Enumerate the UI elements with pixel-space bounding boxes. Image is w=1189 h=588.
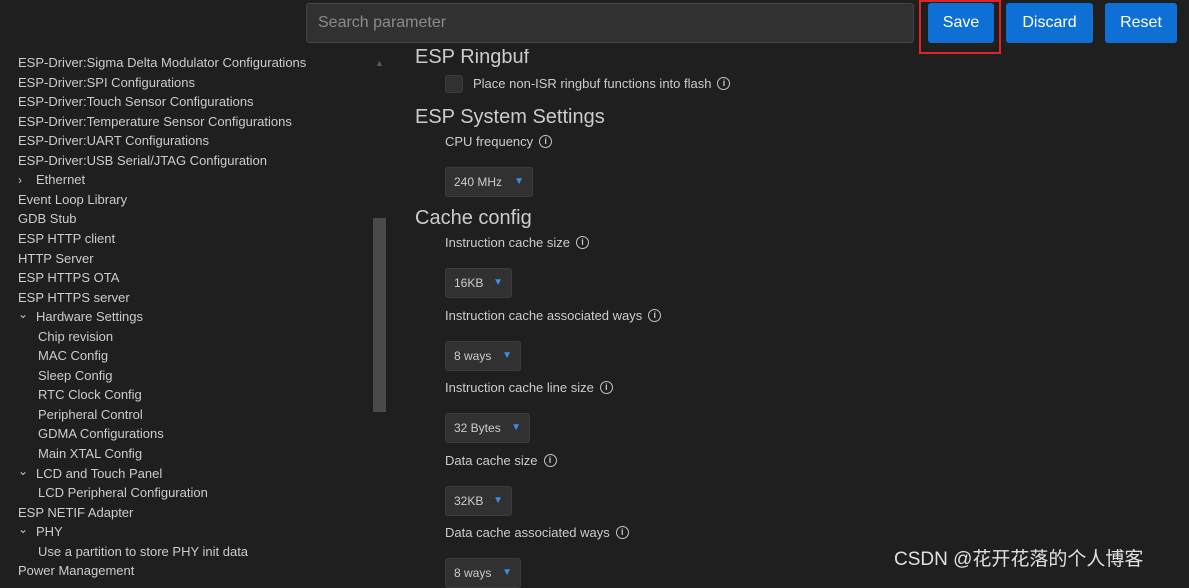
sidebar-item[interactable]: ESP HTTP client [18, 229, 115, 249]
sidebar-item[interactable]: HTTP Server [18, 249, 94, 269]
sidebar-item[interactable]: ESP HTTPS OTA [18, 268, 119, 288]
sidebar-item[interactable]: Event Loop Library [18, 190, 127, 210]
ringbuf-flash-label: Place non-ISR ringbuf functions into fla… [473, 75, 731, 93]
chevron-right-icon[interactable]: › [18, 171, 36, 191]
sidebar-item[interactable]: GDMA Configurations [38, 424, 164, 444]
sidebar-item[interactable]: ⌄ LCD and Touch Panel [18, 464, 162, 484]
cpu-frequency-value: 240 MHz [454, 175, 503, 189]
sidebar-item[interactable]: Sleep Config [38, 366, 112, 386]
sidebar-item[interactable]: GDB Stub [18, 209, 77, 229]
chevron-down-icon[interactable]: ⌄ [18, 462, 36, 482]
sidebar-item-label: LCD and Touch Panel [36, 465, 163, 481]
sidebar-item[interactable]: Power Management [18, 561, 134, 578]
search-input[interactable]: Search parameter [306, 3, 914, 43]
search-placeholder: Search parameter [318, 14, 447, 31]
ringbuf-flash-label-text: Place non-ISR ringbuf functions into fla… [473, 76, 712, 91]
sidebar-item[interactable]: ESP-Driver:USB Serial/JTAG Configuration [18, 151, 267, 171]
icache-line-value: 32 Bytes [454, 421, 501, 435]
icache-ways-label-text: Instruction cache associated ways [445, 308, 643, 323]
sidebar-item[interactable]: ⌄ Hardware Settings [18, 307, 143, 327]
chevron-down-icon: ▼ [502, 567, 512, 578]
sidebar-scrollbar-thumb[interactable] [373, 218, 386, 412]
dcache-ways-label: Data cache associated ways i [445, 524, 629, 542]
sidebar-item[interactable]: RTC Clock Config [38, 385, 142, 405]
cpu-frequency-label: CPU frequency i [445, 133, 553, 151]
chevron-down-icon: ▼ [511, 422, 521, 433]
dcache-size-label-text: Data cache size [445, 453, 538, 468]
sidebar-item[interactable]: Use a partition to store PHY init data [38, 542, 248, 562]
sidebar-item[interactable]: Main XTAL Config [38, 444, 142, 464]
icache-ways-value: 8 ways [454, 349, 492, 363]
sidebar-item[interactable]: LCD Peripheral Configuration [38, 483, 208, 503]
info-icon[interactable]: i [576, 236, 590, 250]
sidebar-tree: ESP-Driver:Sigma Delta Modulator Configu… [0, 52, 386, 578]
section-title-cache: Cache config [415, 207, 532, 229]
chevron-down-icon[interactable]: ⌄ [18, 520, 36, 540]
icache-size-select[interactable]: 16KB ▼ [445, 268, 512, 298]
sidebar-item[interactable]: › Ethernet [18, 170, 85, 190]
chevron-down-icon: ▼ [493, 495, 503, 506]
icache-size-value: 16KB [454, 276, 484, 290]
sidebar-item[interactable]: ESP-Driver:UART Configurations [18, 131, 209, 151]
chevron-down-icon[interactable]: ⌄ [18, 305, 36, 325]
info-icon[interactable]: i [543, 454, 557, 468]
dcache-ways-select[interactable]: 8 ways ▼ [445, 558, 521, 588]
sidebar-item-label: Hardware Settings [36, 309, 143, 325]
info-icon[interactable]: i [615, 526, 629, 540]
icache-size-label: Instruction cache size i [445, 234, 590, 252]
dcache-size-value: 32KB [454, 494, 484, 508]
icache-size-label-text: Instruction cache size [445, 235, 571, 250]
chevron-down-icon: ▼ [493, 277, 503, 288]
watermark: CSDN @花开花落的个人博客 [894, 549, 1144, 570]
icache-line-select[interactable]: 32 Bytes ▼ [445, 413, 530, 443]
sidebar-item-label: Ethernet [36, 172, 86, 188]
ringbuf-flash-checkbox[interactable] [445, 75, 463, 93]
icache-line-label: Instruction cache line size i [445, 379, 613, 397]
discard-button[interactable]: Discard [1006, 3, 1093, 43]
reset-button[interactable]: Reset [1105, 3, 1177, 43]
chevron-down-icon: ▼ [502, 350, 512, 361]
sidebar-item[interactable]: ESP-Driver:Temperature Sensor Configurat… [18, 112, 292, 132]
sidebar-item[interactable]: Peripheral Control [38, 405, 143, 425]
section-title-ringbuf: ESP Ringbuf [415, 46, 530, 68]
sidebar-item[interactable]: MAC Config [38, 346, 108, 366]
dcache-size-select[interactable]: 32KB ▼ [445, 486, 512, 516]
info-icon[interactable]: i [599, 381, 613, 395]
cpu-frequency-label-text: CPU frequency [445, 134, 534, 149]
sidebar-item[interactable]: ⌄ PHY [18, 522, 63, 542]
sidebar-item[interactable]: ESP-Driver:Touch Sensor Configurations [18, 92, 254, 112]
cpu-frequency-select[interactable]: 240 MHz ▼ [445, 167, 533, 197]
sidebar-item[interactable]: Chip revision [38, 327, 113, 347]
sidebar-item[interactable]: ESP-Driver:Sigma Delta Modulator Configu… [18, 53, 306, 73]
info-icon[interactable]: i [717, 77, 731, 91]
dcache-size-label: Data cache size i [445, 452, 557, 470]
dcache-ways-label-text: Data cache associated ways [445, 525, 610, 540]
info-icon[interactable]: i [539, 135, 553, 149]
icache-ways-label: Instruction cache associated ways i [445, 307, 662, 325]
scroll-up-arrow-icon[interactable]: ▲ [375, 58, 384, 68]
info-icon[interactable]: i [648, 309, 662, 323]
sidebar-item-label: PHY [36, 524, 63, 540]
save-button-highlight [919, 0, 1001, 54]
sidebar-item[interactable]: ESP-Driver:SPI Configurations [18, 73, 195, 93]
section-title-system: ESP System Settings [415, 106, 605, 128]
icache-ways-select[interactable]: 8 ways ▼ [445, 341, 521, 371]
chevron-down-icon: ▼ [514, 176, 524, 187]
icache-line-label-text: Instruction cache line size [445, 380, 594, 395]
